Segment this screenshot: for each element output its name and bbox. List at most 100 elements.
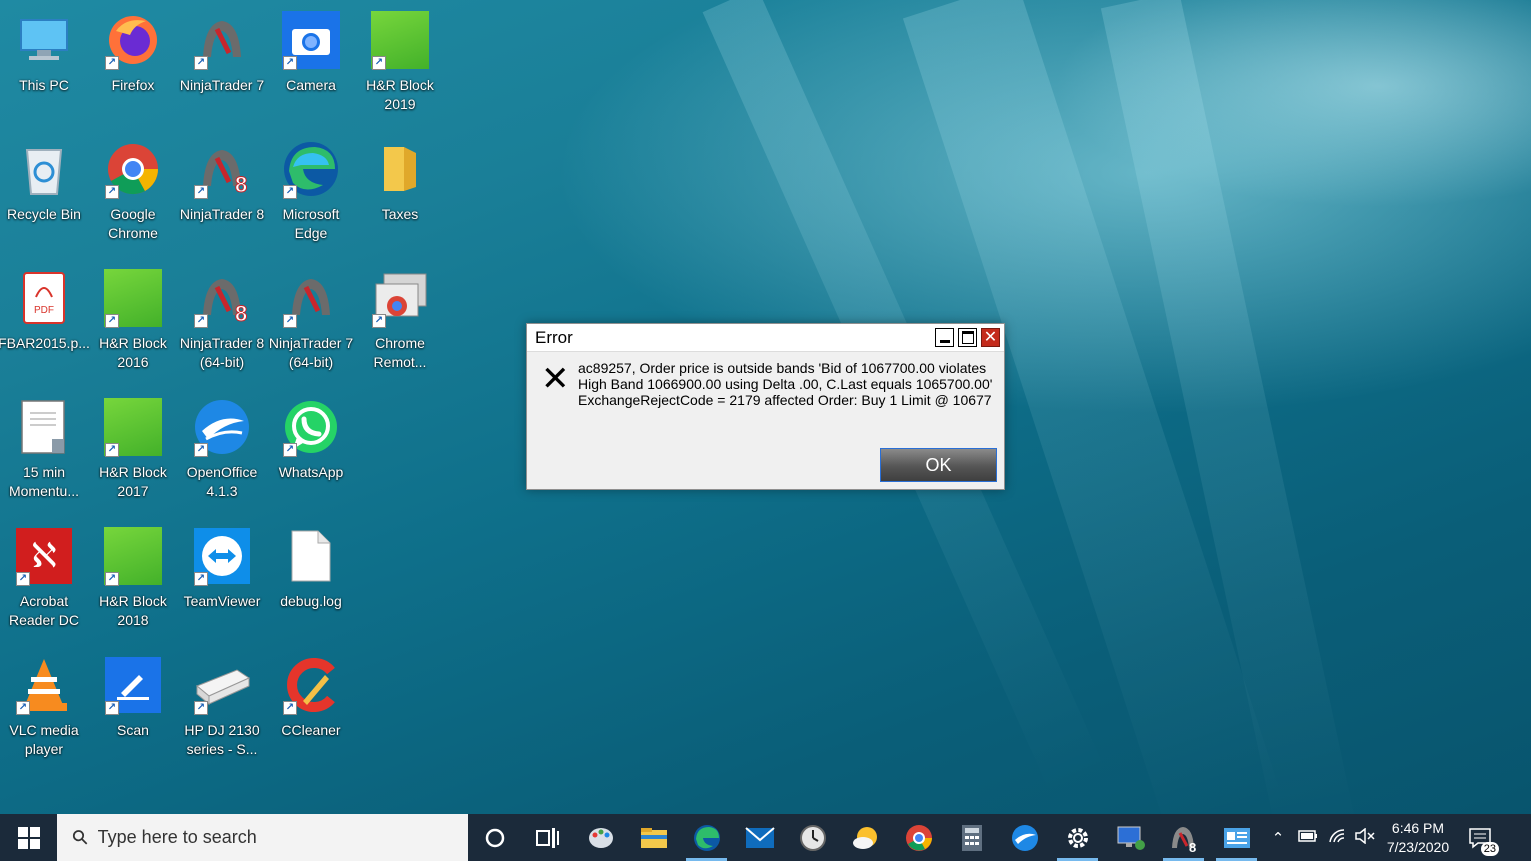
desktop-icon-label: H&R Block 2018	[99, 593, 167, 628]
desktop-icon-camera[interactable]: ↗ Camera	[267, 4, 355, 124]
desktop-icon-label: This PC	[19, 77, 69, 93]
firefox-icon: ↗	[103, 10, 163, 70]
document-icon	[14, 397, 74, 457]
shortcut-arrow-icon: ↗	[105, 56, 119, 70]
svg-text:8: 8	[235, 301, 247, 325]
file-explorer-icon[interactable]	[627, 814, 680, 861]
paint-icon[interactable]	[574, 814, 627, 861]
clock-time: 6:46 PM	[1391, 819, 1445, 836]
desktop-icon-hp-printer[interactable]: ↗ HP DJ 2130 series - S...	[178, 649, 266, 769]
desktop-icon-taxes[interactable]: Taxes	[356, 133, 444, 253]
ninjatrader-8-icon: 8 ↗	[192, 139, 252, 199]
ninjatrader-8-icon[interactable]: 8	[1157, 814, 1210, 861]
edge-icon[interactable]	[680, 814, 733, 861]
remote-desktop-icon[interactable]	[1104, 814, 1157, 861]
desktop-icon-label: H&R Block 2016	[99, 335, 167, 370]
desktop-icon-label: H&R Block 2019	[366, 77, 434, 112]
hr-block-icon: ↗	[103, 397, 163, 457]
shortcut-arrow-icon: ↗	[105, 185, 119, 199]
shortcut-arrow-icon: ↗	[105, 314, 119, 328]
desktop-icon-label: H&R Block 2017	[99, 464, 167, 499]
desktop-icon-whatsapp[interactable]: ↗ WhatsApp	[267, 391, 355, 511]
clock-app-icon[interactable]	[786, 814, 839, 861]
desktop-icon-hr-2018[interactable]: ↗ H&R Block 2018	[89, 520, 177, 640]
desktop-icon-ccleaner[interactable]: ↗ CCleaner	[267, 649, 355, 769]
shortcut-arrow-icon: ↗	[194, 443, 208, 457]
minimize-button[interactable]	[935, 328, 954, 347]
desktop-icon-label: debug.log	[280, 593, 342, 609]
desktop-icon-vlc[interactable]: ↗ VLC media player	[0, 649, 88, 769]
desktop-icon-ninjatrader-7[interactable]: ↗ NinjaTrader 7	[178, 4, 266, 124]
desktop-icon-label: Camera	[286, 77, 336, 93]
wifi-icon[interactable]	[1323, 828, 1351, 848]
action-center-button[interactable]: 23	[1457, 814, 1503, 861]
windows-logo-icon	[17, 826, 40, 849]
ccleaner-icon: ↗	[281, 655, 341, 715]
desktop-icon-ninjatrader-8-64[interactable]: 8 ↗ NinjaTrader 8 (64-bit)	[178, 262, 266, 382]
desktop-icon-scan[interactable]: ↗ Scan	[89, 649, 177, 769]
volume-muted-icon[interactable]	[1351, 826, 1379, 848]
control-panel-icon[interactable]	[1210, 814, 1263, 861]
desktop-icon-label: Google Chrome	[108, 206, 158, 241]
shortcut-arrow-icon: ↗	[194, 701, 208, 715]
hr-block-icon: ↗	[103, 526, 163, 586]
desktop-icon-label: TeamViewer	[183, 593, 261, 609]
shortcut-arrow-icon: ↗	[283, 443, 297, 457]
weather-icon[interactable]	[839, 814, 892, 861]
shortcut-arrow-icon: ↗	[105, 572, 119, 586]
mail-icon[interactable]	[733, 814, 786, 861]
shortcut-arrow-icon: ↗	[105, 443, 119, 457]
desktop-icon-acrobat[interactable]: ℵ ↗ Acrobat Reader DC	[0, 520, 88, 640]
shortcut-arrow-icon: ↗	[283, 185, 297, 199]
desktop-icon-label: FBAR2015.p...	[0, 335, 90, 351]
desktop-icon-hr-2016[interactable]: ↗ H&R Block 2016	[89, 262, 177, 382]
desktop-icon-chrome[interactable]: ↗ Google Chrome	[89, 133, 177, 253]
search-placeholder: Type here to search	[97, 827, 257, 847]
desktop-icon-label: WhatsApp	[278, 464, 344, 480]
taskbar-clock[interactable]: 6:46 PM 7/23/2020	[1379, 819, 1457, 857]
desktop-icon-this-pc[interactable]: This PC	[0, 4, 88, 124]
chevron-up-icon[interactable]: ⌃	[1263, 829, 1293, 847]
cortana-icon[interactable]	[468, 814, 521, 861]
desktop-icon-chrome-remote[interactable]: ↗ Chrome Remot...	[356, 262, 444, 382]
calculator-icon[interactable]	[945, 814, 998, 861]
task-view-icon[interactable]	[521, 814, 574, 861]
close-button[interactable]: ✕	[981, 328, 1000, 347]
desktop-icon-teamviewer[interactable]: ↗ TeamViewer	[178, 520, 266, 640]
recycle-bin-icon	[14, 139, 74, 199]
teamviewer-icon: ↗	[192, 526, 252, 586]
settings-icon[interactable]	[1051, 814, 1104, 861]
desktop-icon-momentum-doc[interactable]: 15 min Momentu...	[0, 391, 88, 511]
desktop-icon-hr-2019[interactable]: ↗ H&R Block 2019	[356, 4, 444, 124]
desktop-icon-label: NinjaTrader 7 (64-bit)	[268, 335, 354, 370]
printer-icon: ↗	[192, 655, 252, 715]
svg-text:PDF: PDF	[34, 305, 54, 316]
desktop-icon-recycle-bin[interactable]: Recycle Bin	[0, 133, 88, 253]
desktop-icon-ninjatrader-8[interactable]: 8 ↗ NinjaTrader 8	[178, 133, 266, 253]
svg-text:8: 8	[1189, 840, 1196, 852]
desktop-icon-firefox[interactable]: ↗ Firefox	[89, 4, 177, 124]
error-icon: ✕	[541, 359, 570, 399]
system-tray: ⌃	[1263, 826, 1379, 848]
shortcut-arrow-icon: ↗	[283, 56, 297, 70]
desktop-icon-fbar-pdf[interactable]: PDF FBAR2015.p...	[0, 262, 90, 382]
taskbar-search-box[interactable]: ⚲ Type here to search	[57, 814, 468, 861]
desktop-icon-edge[interactable]: ↗ Microsoft Edge	[267, 133, 355, 253]
this-pc-icon	[14, 10, 74, 70]
desktop-icon-debug-log[interactable]: debug.log	[267, 520, 355, 640]
edge-icon: ↗	[281, 139, 341, 199]
dialog-titlebar[interactable]: Error ✕	[527, 324, 1004, 352]
maximize-button[interactable]	[958, 328, 977, 347]
desktop-icon-openoffice[interactable]: ↗ OpenOffice 4.1.3	[178, 391, 266, 511]
desktop-icon-ninjatrader-7-64[interactable]: ↗ NinjaTrader 7 (64-bit)	[267, 262, 355, 382]
desktop-icon-label: NinjaTrader 7	[179, 77, 265, 93]
shortcut-arrow-icon: ↗	[194, 314, 208, 328]
battery-icon[interactable]	[1293, 829, 1323, 846]
desktop-icon-label: Acrobat Reader DC	[8, 593, 80, 628]
ok-button[interactable]: OK	[880, 448, 997, 482]
openoffice-icon[interactable]	[998, 814, 1051, 861]
chrome-icon[interactable]	[892, 814, 945, 861]
chrome-icon: ↗	[103, 139, 163, 199]
desktop-icon-hr-2017[interactable]: ↗ H&R Block 2017	[89, 391, 177, 511]
start-button[interactable]	[0, 814, 57, 861]
